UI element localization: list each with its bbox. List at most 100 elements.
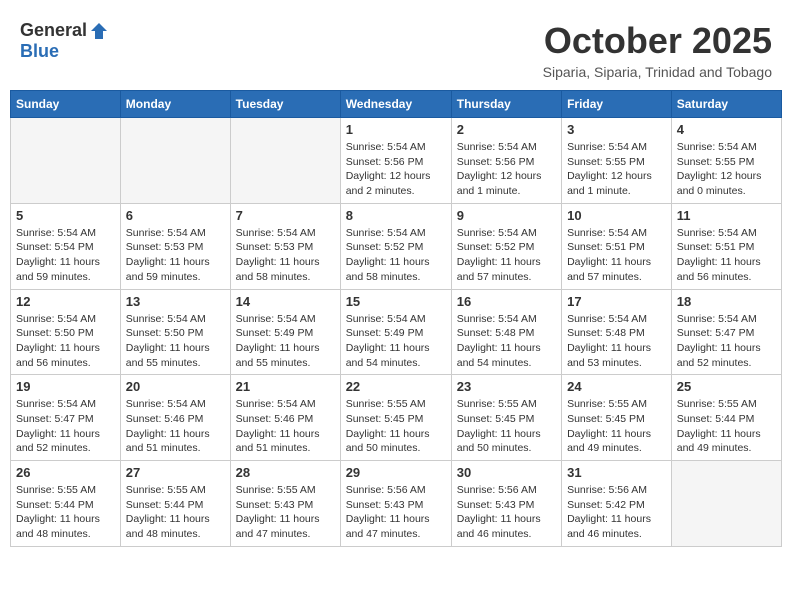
day-info: Sunrise: 5:55 AMSunset: 5:44 PMDaylight:…: [677, 397, 776, 456]
day-info: Sunrise: 5:54 AMSunset: 5:48 PMDaylight:…: [457, 312, 556, 371]
calendar-cell: [11, 118, 121, 204]
day-number: 18: [677, 294, 776, 309]
day-info: Sunrise: 5:54 AMSunset: 5:56 PMDaylight:…: [346, 140, 446, 199]
logo: General Blue: [20, 20, 109, 62]
calendar-cell: 6 Sunrise: 5:54 AMSunset: 5:53 PMDaylight…: [120, 203, 230, 289]
day-number: 6: [126, 208, 225, 223]
day-number: 8: [346, 208, 446, 223]
day-number: 29: [346, 465, 446, 480]
day-number: 2: [457, 122, 556, 137]
day-info: Sunrise: 5:55 AMSunset: 5:45 PMDaylight:…: [346, 397, 446, 456]
day-number: 23: [457, 379, 556, 394]
calendar-cell: 8 Sunrise: 5:54 AMSunset: 5:52 PMDaylight…: [340, 203, 451, 289]
day-info: Sunrise: 5:56 AMSunset: 5:42 PMDaylight:…: [567, 483, 666, 542]
day-info: Sunrise: 5:54 AMSunset: 5:46 PMDaylight:…: [126, 397, 225, 456]
day-number: 31: [567, 465, 666, 480]
day-info: Sunrise: 5:56 AMSunset: 5:43 PMDaylight:…: [457, 483, 556, 542]
calendar-header-row: SundayMondayTuesdayWednesdayThursdayFrid…: [11, 91, 782, 118]
calendar-cell: 26 Sunrise: 5:55 AMSunset: 5:44 PMDayligh…: [11, 461, 121, 547]
day-number: 25: [677, 379, 776, 394]
day-number: 4: [677, 122, 776, 137]
day-info: Sunrise: 5:54 AMSunset: 5:49 PMDaylight:…: [236, 312, 335, 371]
day-info: Sunrise: 5:54 AMSunset: 5:55 PMDaylight:…: [677, 140, 776, 199]
calendar-cell: 24Sunrise: 5:55 AMSunset: 5:45 PMDayligh…: [562, 375, 672, 461]
calendar-cell: 7 Sunrise: 5:54 AMSunset: 5:53 PMDaylight…: [230, 203, 340, 289]
day-info: Sunrise: 5:56 AMSunset: 5:43 PMDaylight:…: [346, 483, 446, 542]
calendar-cell: 31 Sunrise: 5:56 AMSunset: 5:42 PMDayligh…: [562, 461, 672, 547]
day-number: 12: [16, 294, 115, 309]
calendar-header-saturday: Saturday: [671, 91, 781, 118]
day-number: 11: [677, 208, 776, 223]
day-info: Sunrise: 5:54 AMSunset: 5:53 PMDaylight:…: [126, 226, 225, 285]
calendar-cell: 30 Sunrise: 5:56 AMSunset: 5:43 PMDayligh…: [451, 461, 561, 547]
logo-blue: Blue: [20, 41, 59, 62]
calendar-cell: 25 Sunrise: 5:55 AMSunset: 5:44 PMDayligh…: [671, 375, 781, 461]
calendar-cell: 17 Sunrise: 5:54 AMSunset: 5:48 PMDayligh…: [562, 289, 672, 375]
day-info: Sunrise: 5:54 AMSunset: 5:52 PMDaylight:…: [346, 226, 446, 285]
day-number: 10: [567, 208, 666, 223]
calendar-cell: 18 Sunrise: 5:54 AMSunset: 5:47 PMDayligh…: [671, 289, 781, 375]
day-number: 16: [457, 294, 556, 309]
day-info: Sunrise: 5:54 AMSunset: 5:47 PMDaylight:…: [677, 312, 776, 371]
day-number: 19: [16, 379, 115, 394]
calendar-week-1: 1 Sunrise: 5:54 AMSunset: 5:56 PMDaylight…: [11, 118, 782, 204]
day-number: 26: [16, 465, 115, 480]
day-info: Sunrise: 5:55 AMSunset: 5:45 PMDaylight:…: [457, 397, 556, 456]
day-number: 28: [236, 465, 335, 480]
calendar-header-sunday: Sunday: [11, 91, 121, 118]
day-info: Sunrise: 5:54 AMSunset: 5:56 PMDaylight:…: [457, 140, 556, 199]
calendar-cell: 13 Sunrise: 5:54 AMSunset: 5:50 PMDayligh…: [120, 289, 230, 375]
calendar-cell: 27Sunrise: 5:55 AMSunset: 5:44 PMDayligh…: [120, 461, 230, 547]
calendar-cell: [671, 461, 781, 547]
month-title: October 2025: [543, 20, 772, 62]
calendar-cell: 11 Sunrise: 5:54 AMSunset: 5:51 PMDayligh…: [671, 203, 781, 289]
day-info: Sunrise: 5:54 AMSunset: 5:48 PMDaylight:…: [567, 312, 666, 371]
day-info: Sunrise: 5:55 AMSunset: 5:43 PMDaylight:…: [236, 483, 335, 542]
day-number: 5: [16, 208, 115, 223]
calendar-cell: [120, 118, 230, 204]
day-info: Sunrise: 5:54 AMSunset: 5:50 PMDaylight:…: [16, 312, 115, 371]
day-number: 7: [236, 208, 335, 223]
calendar-cell: 21Sunrise: 5:54 AMSunset: 5:46 PMDayligh…: [230, 375, 340, 461]
day-number: 20: [126, 379, 225, 394]
calendar-table: SundayMondayTuesdayWednesdayThursdayFrid…: [10, 90, 782, 547]
day-info: Sunrise: 5:54 AMSunset: 5:46 PMDaylight:…: [236, 397, 335, 456]
calendar-cell: 19 Sunrise: 5:54 AMSunset: 5:47 PMDayligh…: [11, 375, 121, 461]
day-info: Sunrise: 5:54 AMSunset: 5:51 PMDaylight:…: [677, 226, 776, 285]
day-info: Sunrise: 5:54 AMSunset: 5:47 PMDaylight:…: [16, 397, 115, 456]
calendar-cell: 14 Sunrise: 5:54 AMSunset: 5:49 PMDayligh…: [230, 289, 340, 375]
calendar-header-wednesday: Wednesday: [340, 91, 451, 118]
calendar-week-3: 12 Sunrise: 5:54 AMSunset: 5:50 PMDayligh…: [11, 289, 782, 375]
calendar-cell: 16 Sunrise: 5:54 AMSunset: 5:48 PMDayligh…: [451, 289, 561, 375]
day-number: 30: [457, 465, 556, 480]
calendar-cell: 3Sunrise: 5:54 AMSunset: 5:55 PMDaylight…: [562, 118, 672, 204]
day-info: Sunrise: 5:54 AMSunset: 5:53 PMDaylight:…: [236, 226, 335, 285]
calendar-header-thursday: Thursday: [451, 91, 561, 118]
day-number: 14: [236, 294, 335, 309]
calendar-cell: 1 Sunrise: 5:54 AMSunset: 5:56 PMDaylight…: [340, 118, 451, 204]
day-number: 13: [126, 294, 225, 309]
day-number: 17: [567, 294, 666, 309]
day-number: 1: [346, 122, 446, 137]
day-info: Sunrise: 5:54 AMSunset: 5:50 PMDaylight:…: [126, 312, 225, 371]
location-title: Siparia, Siparia, Trinidad and Tobago: [543, 64, 772, 80]
calendar-week-2: 5Sunrise: 5:54 AMSunset: 5:54 PMDaylight…: [11, 203, 782, 289]
day-info: Sunrise: 5:54 AMSunset: 5:49 PMDaylight:…: [346, 312, 446, 371]
calendar-cell: 5Sunrise: 5:54 AMSunset: 5:54 PMDaylight…: [11, 203, 121, 289]
logo-icon: [89, 21, 109, 41]
calendar-cell: 29 Sunrise: 5:56 AMSunset: 5:43 PMDayligh…: [340, 461, 451, 547]
day-info: Sunrise: 5:54 AMSunset: 5:52 PMDaylight:…: [457, 226, 556, 285]
logo-general: General: [20, 20, 87, 41]
day-info: Sunrise: 5:55 AMSunset: 5:44 PMDaylight:…: [16, 483, 115, 542]
calendar-cell: 4 Sunrise: 5:54 AMSunset: 5:55 PMDaylight…: [671, 118, 781, 204]
page-header: General Blue October 2025 Siparia, Sipar…: [10, 10, 782, 85]
calendar-header-friday: Friday: [562, 91, 672, 118]
calendar-cell: 2 Sunrise: 5:54 AMSunset: 5:56 PMDaylight…: [451, 118, 561, 204]
day-number: 9: [457, 208, 556, 223]
calendar-cell: 20 Sunrise: 5:54 AMSunset: 5:46 PMDayligh…: [120, 375, 230, 461]
calendar-cell: 12 Sunrise: 5:54 AMSunset: 5:50 PMDayligh…: [11, 289, 121, 375]
day-info: Sunrise: 5:54 AMSunset: 5:51 PMDaylight:…: [567, 226, 666, 285]
calendar-header-monday: Monday: [120, 91, 230, 118]
day-number: 27: [126, 465, 225, 480]
calendar-cell: [230, 118, 340, 204]
